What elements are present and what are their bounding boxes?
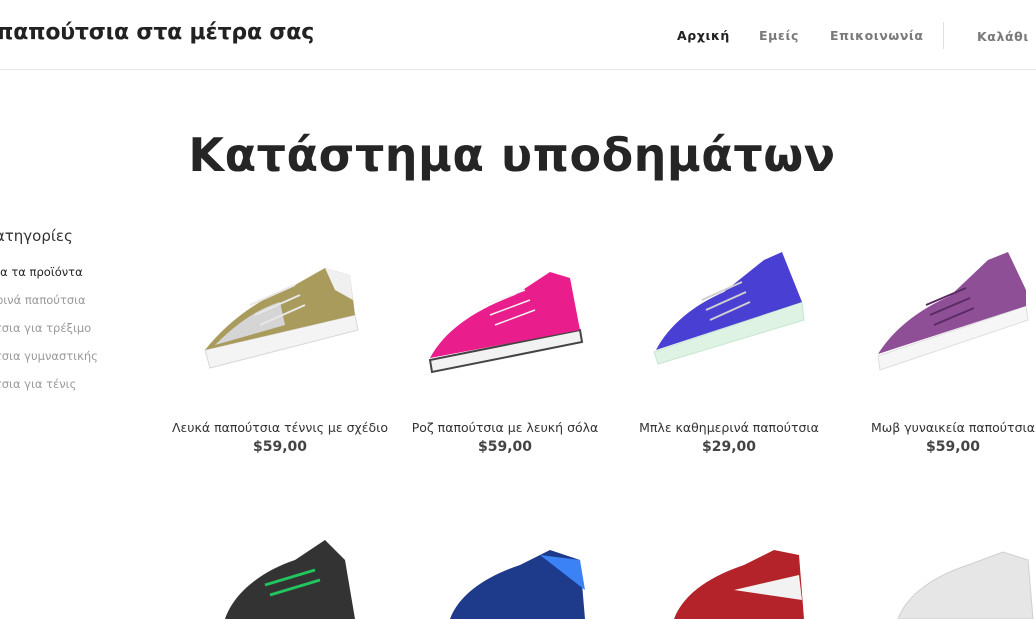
product-price: $29,00 [701,439,757,455]
shoe-image [204,268,359,369]
shoe-image [877,252,1029,371]
cart-label: Καλάθι [977,29,1029,44]
nav-divider [943,22,944,49]
shoe-image [653,252,805,365]
product-card[interactable] [838,530,1036,619]
product-card[interactable] [614,530,844,619]
product-card[interactable]: Λευκά παπούτσια τέννις με σχέδιο $59,00 [165,230,395,460]
site-header: παπούτσια στα μέτρα σας Αρχική Εμείς Επι… [0,0,1036,70]
category-casual-shoes[interactable]: Καθημερινά παπούτσια [0,293,86,307]
product-price: $59,00 [477,439,533,455]
site-brand[interactable]: παπούτσια στα μέτρα σας [0,20,314,45]
product-card[interactable]: Ροζ παπούτσια με λευκή σόλα $59,00 [390,230,620,460]
shoe-image [428,272,584,374]
product-card[interactable] [165,530,395,619]
category-all-products[interactable]: Όλα τα προϊόντα [0,265,83,279]
page-title: Κατάστημα υποδημάτων [188,128,836,182]
product-price: $59,00 [252,439,308,455]
product-name: Λευκά παπούτσια τέννις με σχέδιο [171,420,389,435]
product-card[interactable]: Μπλε καθημερινά παπούτσια $29,00 [614,230,844,460]
cart-link[interactable]: Καλάθι [977,28,1036,45]
category-gym-shoes[interactable]: Παπούτσια γυμναστικής [0,349,98,363]
nav-home[interactable]: Αρχική [677,28,730,43]
nav-about[interactable]: Εμείς [759,28,799,43]
product-card[interactable]: Μωβ γυναικεία παπούτσια $59,00 [838,230,1036,460]
shoe-image [897,551,1034,619]
category-tennis-shoes[interactable]: Παπούτσια για τένις [0,377,76,391]
shoe-image [450,550,585,619]
product-price: $59,00 [925,439,981,455]
nav-contact[interactable]: Επικοινωνία [830,28,924,43]
product-card[interactable] [390,530,620,619]
categories-heading: κατηγορίες [0,227,73,245]
shoe-image [674,550,804,619]
product-name: Ροζ παπούτσια με λευκή σόλα [411,420,599,435]
product-name: Μπλε καθημερινά παπούτσια [639,420,819,435]
category-running-shoes[interactable]: Παπούτσια για τρέξιμο [0,321,91,335]
shoe-image [225,540,355,619]
product-name: Μωβ γυναικεία παπούτσια [871,420,1035,435]
